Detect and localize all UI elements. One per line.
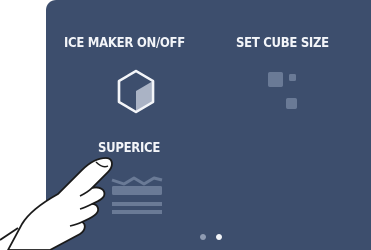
pointing-hand-icon	[0, 157, 113, 250]
ice-cube-icon[interactable]	[110, 66, 162, 118]
page-dot-2-active[interactable]	[216, 234, 222, 240]
page-indicator[interactable]	[197, 232, 229, 242]
page-dot-1[interactable]	[200, 234, 206, 240]
cube-size-icon[interactable]	[262, 66, 314, 118]
ice-maker-label: ICE MAKER ON/OFF	[64, 36, 185, 51]
set-cube-size-label: SET CUBE SIZE	[236, 36, 329, 51]
